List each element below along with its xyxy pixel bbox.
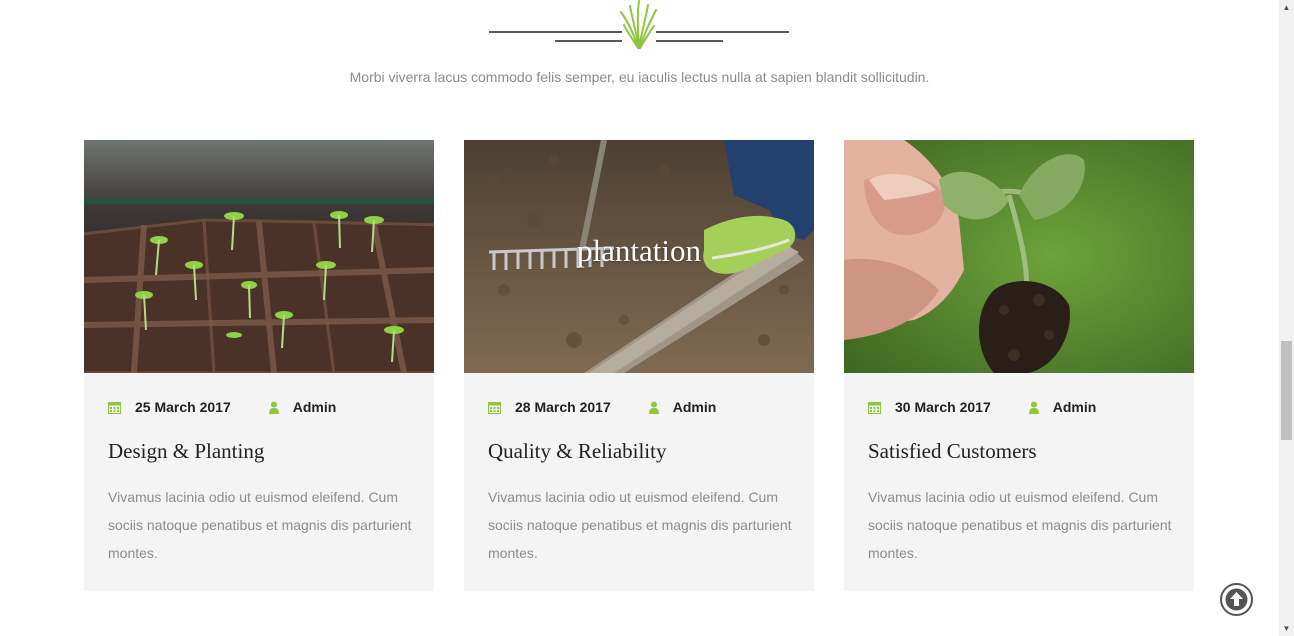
hand-seedling-image [844, 140, 1194, 373]
card-text: Vivamus lacinia odio ut euismod eleifend… [488, 489, 792, 561]
card-text: Vivamus lacinia odio ut euismod eleifend… [868, 489, 1172, 561]
card-title[interactable]: Satisfied Customers [868, 439, 1037, 464]
calendar-icon [488, 401, 501, 414]
post-author[interactable]: Admin [673, 399, 717, 415]
section-subtitle: Morbi viverra lacus commodo felis semper… [349, 69, 930, 85]
calendar-icon [108, 401, 121, 414]
post-date: 25 March 2017 [135, 399, 231, 415]
back-to-top-button[interactable] [1220, 583, 1253, 616]
post-meta: 30 March 2017 Admin [868, 399, 1096, 415]
post-meta: 28 March 2017 Admin [488, 399, 716, 415]
card-text: Vivamus lacinia odio ut euismod eleifend… [108, 489, 412, 561]
image-caption: plantation [577, 233, 701, 268]
vertical-scrollbar[interactable]: ▲ ▼ [1279, 0, 1294, 636]
post-date: 28 March 2017 [515, 399, 611, 415]
card-image-link[interactable] [844, 140, 1194, 373]
arrow-up-circle-icon [1225, 588, 1248, 611]
scroll-thumb[interactable] [1281, 341, 1292, 440]
post-author[interactable]: Admin [1053, 399, 1097, 415]
page: Morbi viverra lacus commodo felis semper… [0, 0, 1279, 636]
blog-card: 25 March 2017 Admin Design & Planting Vi… [84, 140, 434, 591]
blog-card: 30 March 2017 Admin Satisfied Customers … [844, 140, 1194, 591]
scroll-up-arrow-icon[interactable]: ▲ [1279, 0, 1294, 15]
post-meta: 25 March 2017 Admin [108, 399, 336, 415]
blog-cards: 25 March 2017 Admin Design & Planting Vi… [84, 140, 1194, 591]
calendar-icon [868, 401, 881, 414]
seedlings-tray-image [84, 140, 434, 373]
post-author[interactable]: Admin [293, 399, 337, 415]
blog-card: plantation 28 March 2017 Admin Quality &… [464, 140, 814, 591]
card-image-link[interactable] [84, 140, 434, 373]
user-icon [1028, 401, 1039, 414]
user-icon [648, 401, 659, 414]
user-icon [268, 401, 279, 414]
scroll-down-arrow-icon[interactable]: ▼ [1279, 621, 1294, 636]
card-title[interactable]: Design & Planting [108, 439, 264, 464]
card-title[interactable]: Quality & Reliability [488, 439, 666, 464]
post-date: 30 March 2017 [895, 399, 991, 415]
card-image-link[interactable]: plantation [464, 140, 814, 373]
grass-divider-icon [489, 0, 789, 49]
